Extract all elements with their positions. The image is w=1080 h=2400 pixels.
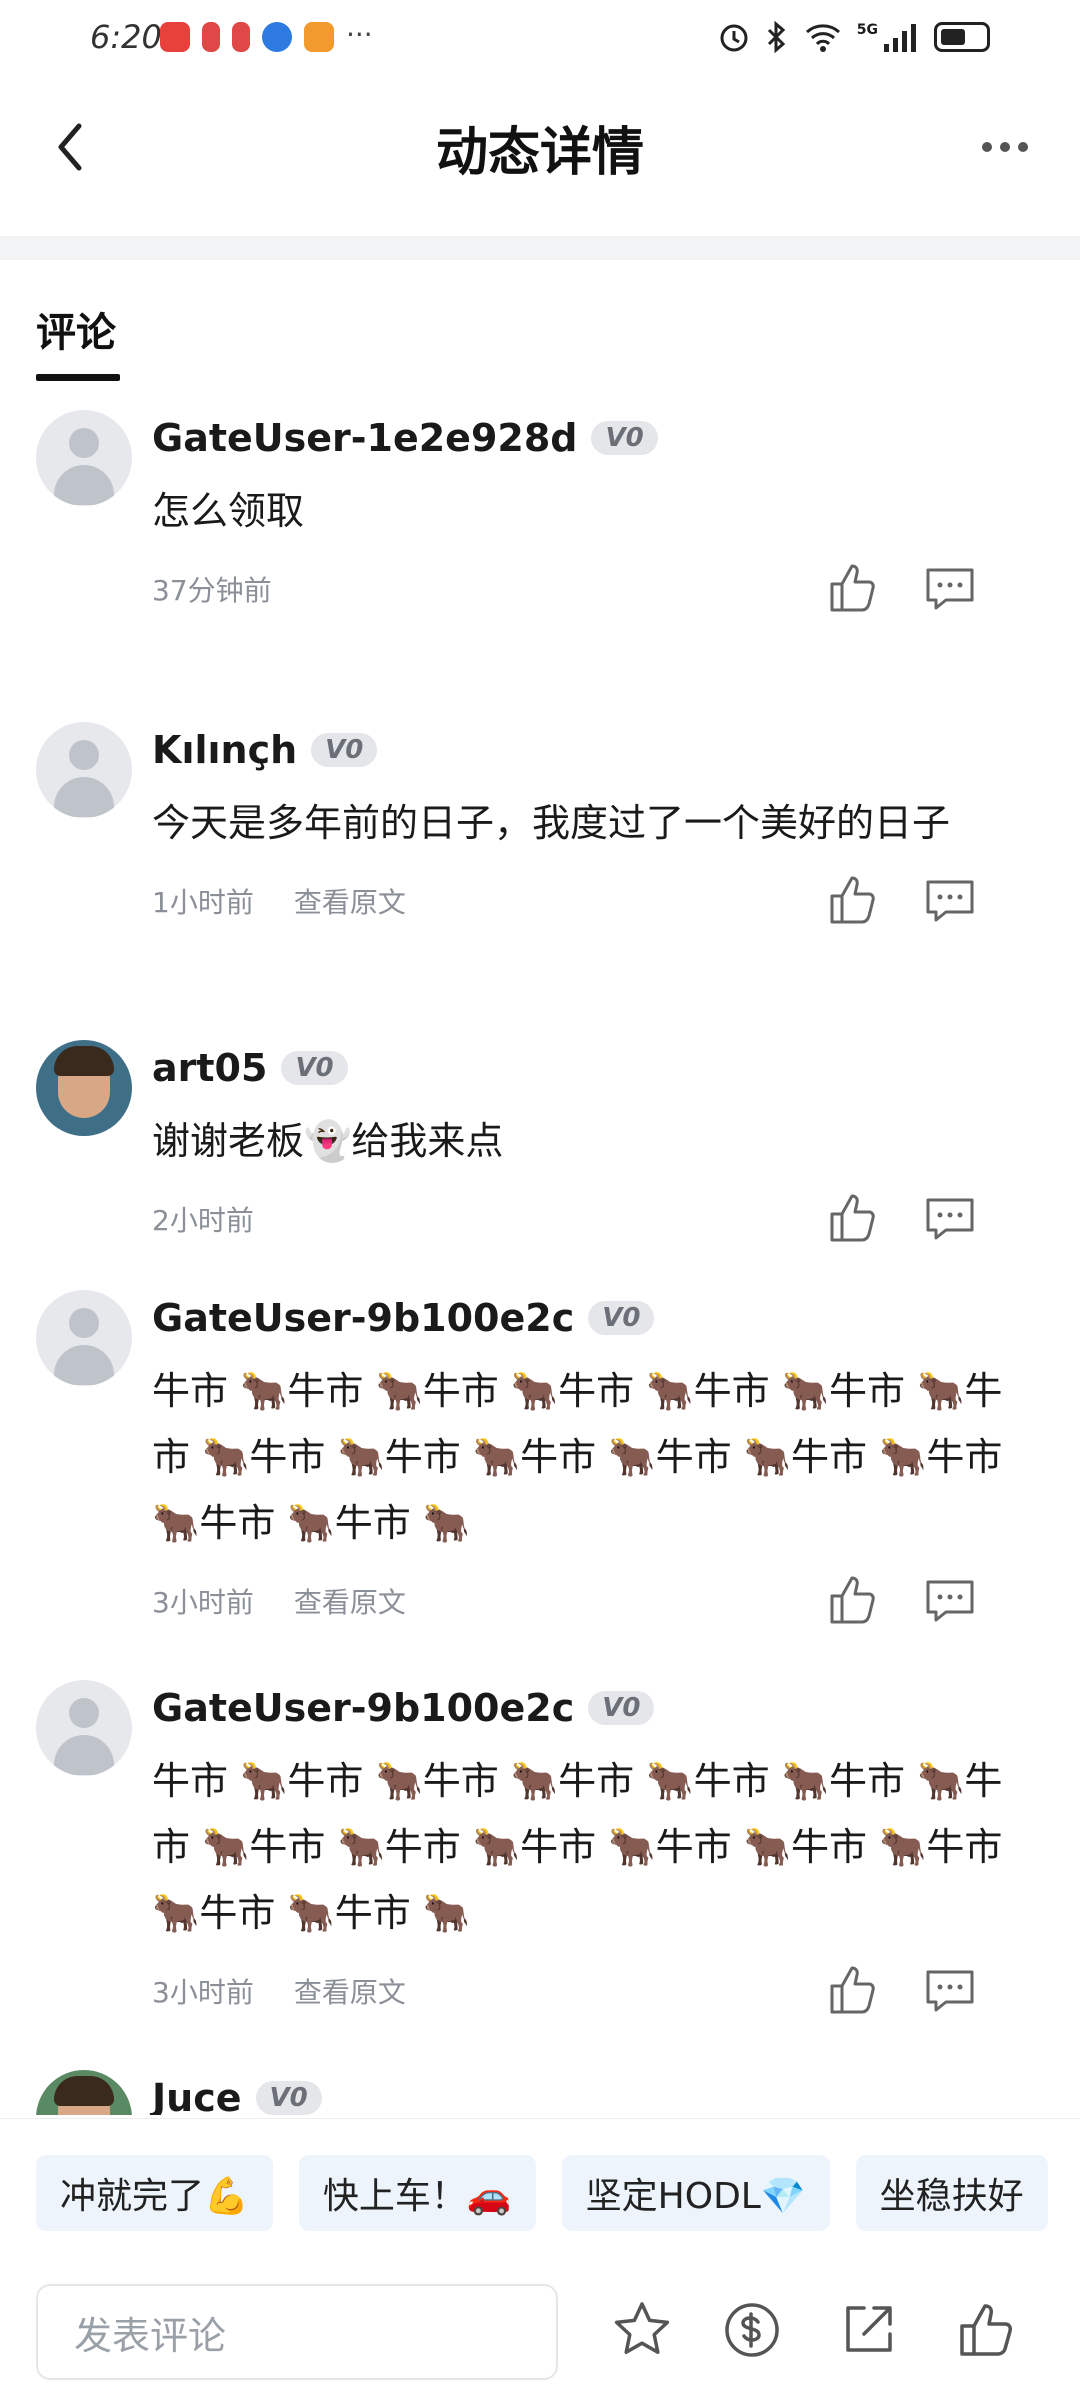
status-bar: 6:20 ··· 5G [0,0,1080,72]
comment-text: 牛市 🐂牛市 🐂牛市 🐂牛市 🐂牛市 🐂牛市 🐂牛市 🐂牛市 🐂牛市 🐂牛市 🐂… [152,1759,1015,1935]
huawei-app-icon [160,22,190,52]
wifi-icon [805,24,840,52]
username[interactable]: Juce [152,2076,242,2115]
dot [1000,142,1010,152]
status-time: 6:20 [90,18,162,56]
browser-icon [262,22,292,52]
avatar[interactable] [36,722,132,818]
alarm-icon [720,24,748,52]
quick-reply-list: 冲就完了💪 快上车！🚗 坚定HODL💎 坐稳扶好 [36,2155,1048,2231]
comment-item: art05 V0 谢谢老板👻给我来点 2小时前 [0,1040,1080,1290]
quick-reply-chip[interactable]: 冲就完了💪 [36,2155,273,2231]
avatar[interactable] [36,1290,132,1386]
username[interactable]: GateUser-9b100e2c [152,1686,574,1730]
comment-item: GateUser-9b100e2c V0 牛市 🐂牛市 🐂牛市 🐂牛市 🐂牛市 … [0,1680,1080,2070]
tab-comments[interactable]: 评论 [36,300,116,358]
more-options-button[interactable] [970,122,1040,172]
view-original-link[interactable]: 查看原文 [294,1581,406,1621]
comment-item: Juce V0 来啦 [0,2070,1080,2115]
notification-icon [202,22,220,52]
video-app-icon [304,22,334,52]
notification-icons: ··· [160,18,373,52]
system-icons: 5G [717,20,990,54]
avatar[interactable] [36,410,132,506]
avatar[interactable] [36,2070,132,2115]
battery-icon [934,22,990,52]
like-icon[interactable] [822,558,882,618]
dot [982,142,992,152]
star-icon[interactable] [610,2298,674,2362]
comment-list[interactable]: GateUser-1e2e928d V0 怎么领取 37分钟前 Kılınçh … [0,410,1080,2115]
notification-icon [232,22,250,52]
comment-item: Kılınçh V0 今天是多年前的日子，我度过了一个美好的日子 1小时前 查看… [0,722,1080,1040]
vip-badge: V0 [255,2081,322,2115]
reply-icon[interactable] [920,1570,980,1630]
comment-time: 3小时前 [152,1586,254,1619]
comment-input[interactable]: 发表评论 [36,2284,558,2380]
app-header: 动态详情 [0,72,1080,222]
comment-text: 今天是多年前的日子，我度过了一个美好的日子 [152,801,951,845]
reply-icon[interactable] [920,870,980,930]
comment-item: GateUser-1e2e928d V0 怎么领取 37分钟前 [0,410,1080,722]
username[interactable]: Kılınçh [152,728,297,772]
view-original-link[interactable]: 查看原文 [294,1971,406,2011]
comment-time: 3小时前 [152,1976,254,2009]
thumbs-up-icon[interactable] [954,2298,1018,2362]
page-title: 动态详情 [435,123,644,183]
comment-time: 1小时前 [152,886,254,919]
comment-text: 怎么领取 [152,489,305,533]
bluetooth-icon [767,20,785,54]
bottom-action-bar: 发表评论 [0,2260,1080,2400]
reply-icon[interactable] [920,558,980,618]
like-icon[interactable] [822,1570,882,1630]
username[interactable]: GateUser-9b100e2c [152,1296,574,1340]
like-icon[interactable] [822,870,882,930]
vip-badge: V0 [588,1691,655,1725]
dot [1018,142,1028,152]
tab-indicator [36,374,120,381]
quick-reply-chip[interactable]: 坐稳扶好 [855,2155,1048,2231]
username[interactable]: GateUser-1e2e928d [152,416,577,460]
comment-time: 2小时前 [152,1204,254,1237]
comment-item: GateUser-9b100e2c V0 牛市 🐂牛市 🐂牛市 🐂牛市 🐂牛市 … [0,1290,1080,1680]
comment-text: 谢谢老板👻给我来点 [152,1119,504,1163]
like-icon[interactable] [822,1188,882,1248]
more-notifications-icon: ··· [346,18,373,51]
section-divider [0,236,1080,260]
view-original-link[interactable]: 查看原文 [294,881,406,921]
avatar[interactable] [36,1680,132,1776]
signal-icon [884,24,916,52]
network-type: 5G [856,22,878,38]
username[interactable]: art05 [152,1046,267,1090]
reply-icon[interactable] [920,1188,980,1248]
like-icon[interactable] [822,1960,882,2020]
reply-icon[interactable] [920,1960,980,2020]
comment-text: 牛市 🐂牛市 🐂牛市 🐂牛市 🐂牛市 🐂牛市 🐂牛市 🐂牛市 🐂牛市 🐂牛市 🐂… [152,1369,1015,1545]
quick-reply-bar: 冲就完了💪 快上车！🚗 坚定HODL💎 坐稳扶好 [0,2118,1080,2258]
quick-reply-chip[interactable]: 快上车！🚗 [298,2155,536,2231]
vip-badge: V0 [591,421,658,455]
share-icon[interactable] [836,2298,900,2362]
coin-icon[interactable] [720,2298,784,2362]
vip-badge: V0 [588,1301,655,1335]
vip-badge: V0 [311,733,378,767]
quick-reply-chip[interactable]: 坚定HODL💎 [561,2155,830,2231]
vip-badge: V0 [281,1051,348,1085]
comment-time: 37分钟前 [152,574,272,607]
avatar[interactable] [36,1040,132,1136]
